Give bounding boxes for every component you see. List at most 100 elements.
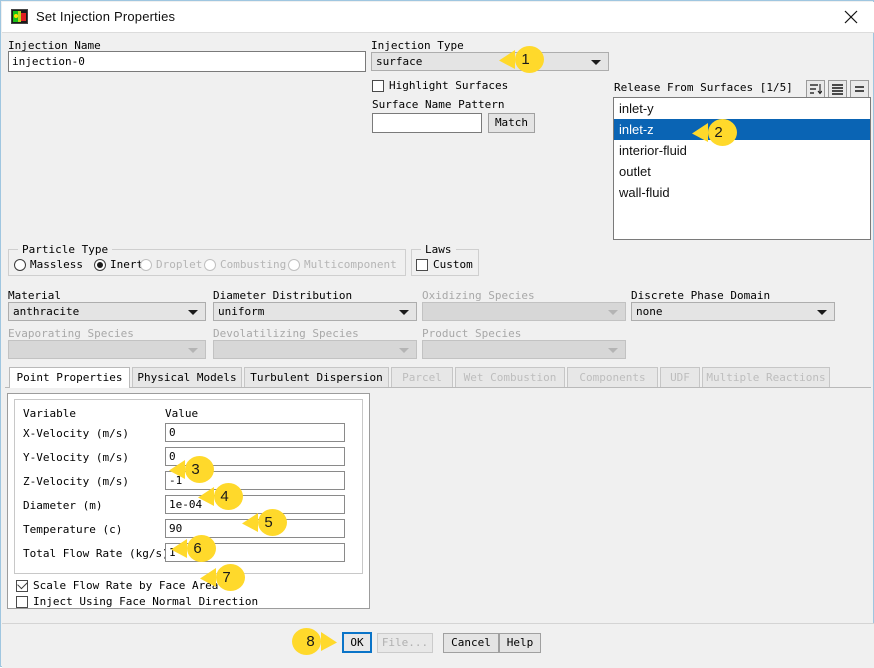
- callout-number-2: 2: [714, 124, 723, 141]
- temperature-label: Temperature (c): [23, 523, 123, 536]
- radio-label: Multicomponent: [304, 258, 397, 271]
- tab-physical-models[interactable]: Physical Models: [132, 367, 242, 387]
- radio-circle: [14, 259, 26, 271]
- oxidizing-species-combo: [422, 302, 626, 321]
- column-header-variable: Variable: [23, 407, 76, 420]
- devolatilizing-species-label: Devolatilizing Species: [213, 327, 359, 340]
- discrete-phase-domain-value: none: [636, 305, 663, 318]
- callout-badge-8: 8: [292, 628, 338, 655]
- injection-name-input[interactable]: injection-0: [8, 51, 366, 72]
- callout-number-6: 6: [193, 540, 202, 557]
- help-button[interactable]: Help: [499, 633, 541, 653]
- dialog-button-bar: OK File... Cancel Help: [2, 623, 874, 668]
- tab-wet-combustion: Wet Combustion: [455, 367, 565, 387]
- callout-badge-3: 3: [168, 456, 214, 483]
- inject-face-normal-label: Inject Using Face Normal Direction: [33, 595, 259, 608]
- close-icon[interactable]: [828, 2, 874, 32]
- callout-number-7: 7: [222, 569, 231, 586]
- radio-circle: [204, 259, 216, 271]
- callout-badge-4: 4: [197, 483, 243, 510]
- tab-udf: UDF: [660, 367, 700, 387]
- oxidizing-species-label: Oxidizing Species: [422, 289, 535, 302]
- radio-label: Massless: [30, 258, 83, 271]
- checkbox-box: [16, 596, 28, 608]
- match-button[interactable]: Match: [488, 113, 535, 133]
- total-flow-rate-label: Total Flow Rate (kg/s): [23, 547, 169, 560]
- injection-type-value: surface: [376, 55, 423, 68]
- callout-number-8: 8: [306, 633, 315, 650]
- callout-badge-1: 1: [498, 46, 544, 73]
- injection-type-label: Injection Type: [371, 39, 464, 52]
- material-combo[interactable]: anthracite: [8, 302, 206, 321]
- callout-badge-7: 7: [199, 564, 245, 591]
- chevron-down-icon: [399, 309, 409, 315]
- discrete-phase-domain-label: Discrete Phase Domain: [631, 289, 771, 302]
- diameter-distribution-combo[interactable]: uniform: [213, 302, 417, 321]
- callout-number-1: 1: [521, 51, 530, 68]
- x-velocity-input[interactable]: 0: [165, 423, 345, 442]
- radio-label: Inert: [110, 258, 144, 271]
- ok-button[interactable]: OK: [342, 632, 372, 653]
- window-title: Set Injection Properties: [36, 9, 176, 24]
- scale-flow-rate-label: Scale Flow Rate by Face Area: [33, 579, 219, 592]
- discrete-phase-domain-combo[interactable]: none: [631, 302, 835, 321]
- evaporating-species-label: Evaporating Species: [8, 327, 134, 340]
- radio-label: Droplet: [156, 258, 203, 271]
- product-species-combo: [422, 340, 626, 359]
- column-header-value: Value: [165, 407, 199, 420]
- callout-number-4: 4: [220, 488, 229, 505]
- fluent-app-icon: [11, 9, 28, 24]
- tab-strip: Point Properties Physical Models Turbule…: [5, 367, 871, 388]
- radio-dot: [97, 262, 103, 268]
- chevron-down-icon: [399, 347, 409, 353]
- tab-point-properties[interactable]: Point Properties: [9, 367, 130, 388]
- list-all-icon[interactable]: [828, 80, 847, 98]
- callout-number-5: 5: [264, 514, 273, 531]
- chevron-down-icon: [817, 309, 827, 315]
- surface-name-pattern-input[interactable]: [372, 113, 482, 133]
- z-velocity-label: Z-Velocity (m/s): [23, 475, 129, 488]
- tab-parcel: Parcel: [391, 367, 453, 387]
- chevron-down-icon: [591, 59, 601, 65]
- material-value: anthracite: [13, 305, 80, 318]
- product-species-label: Product Species: [422, 327, 522, 340]
- point-properties-panel: Variable Value X-Velocity (m/s) 0 Y-Velo…: [7, 393, 370, 609]
- radio-label: Combusting: [220, 258, 287, 271]
- title-bar: Set Injection Properties: [2, 2, 874, 33]
- dialog-window: Set Injection Properties Injection Name …: [0, 0, 874, 668]
- release-from-surfaces-label: Release From Surfaces [1/5]: [614, 81, 793, 94]
- release-surface-outlet[interactable]: outlet: [614, 161, 870, 182]
- devolatilizing-species-combo: [213, 340, 417, 359]
- chevron-down-icon: [188, 309, 198, 315]
- chevron-down-icon: [188, 347, 198, 353]
- laws-group-label: Laws: [421, 243, 456, 256]
- callout-number-3: 3: [191, 461, 200, 478]
- cancel-button[interactable]: Cancel: [443, 633, 499, 653]
- y-velocity-label: Y-Velocity (m/s): [23, 451, 129, 464]
- release-surface-inlet-z[interactable]: inlet-z: [614, 119, 870, 140]
- diameter-label: Diameter (m): [23, 499, 103, 512]
- tab-components: Components: [567, 367, 658, 387]
- particle-type-group-label: Particle Type: [18, 243, 113, 256]
- release-surface-wall-fluid[interactable]: wall-fluid: [614, 182, 870, 203]
- laws-custom-label: Custom: [433, 258, 473, 271]
- radio-circle: [288, 259, 300, 271]
- release-from-surfaces-list[interactable]: inlet-y inlet-z interior-fluid outlet wa…: [613, 97, 871, 240]
- tab-multiple-reactions: Multiple Reactions: [702, 367, 830, 387]
- checkbox-box: [416, 259, 428, 271]
- list-sort-icon[interactable]: [806, 80, 825, 98]
- radio-circle: [140, 259, 152, 271]
- release-surface-interior-fluid[interactable]: interior-fluid: [614, 140, 870, 161]
- tab-turbulent-dispersion[interactable]: Turbulent Dispersion: [244, 367, 389, 387]
- callout-badge-5: 5: [241, 509, 287, 536]
- chevron-down-icon: [608, 347, 618, 353]
- callout-badge-2: 2: [691, 119, 737, 146]
- release-surface-inlet-y[interactable]: inlet-y: [614, 98, 870, 119]
- diameter-distribution-label: Diameter Distribution: [213, 289, 353, 302]
- injection-type-combo[interactable]: surface: [371, 52, 609, 71]
- checkbox-box: [372, 80, 384, 92]
- material-label: Material: [8, 289, 61, 302]
- evaporating-species-combo: [8, 340, 206, 359]
- x-velocity-label: X-Velocity (m/s): [23, 427, 129, 440]
- list-equal-icon[interactable]: [850, 80, 869, 98]
